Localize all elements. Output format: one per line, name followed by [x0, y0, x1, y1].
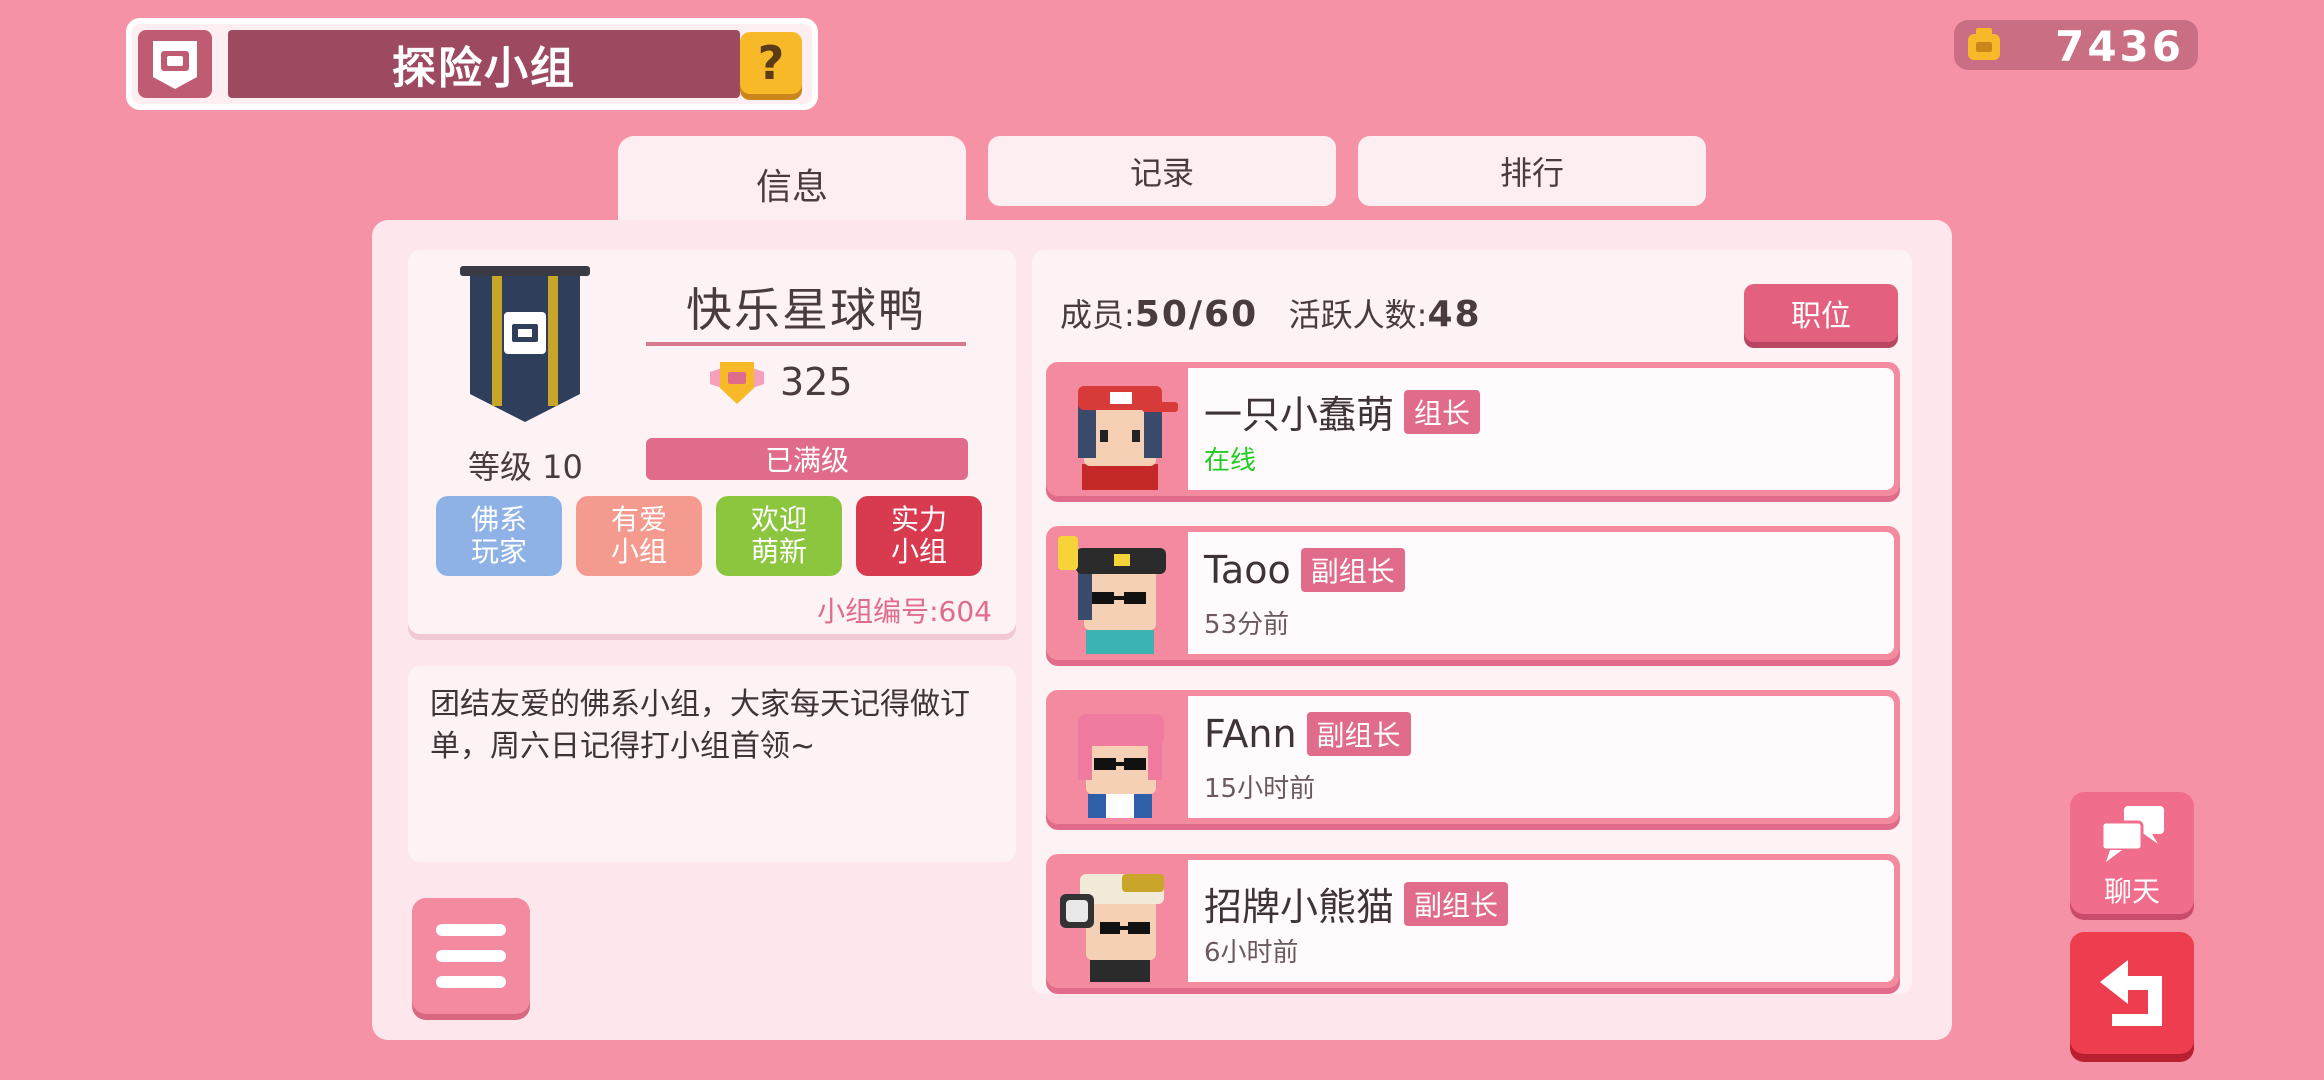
- tag-chill-player: 佛系玩家: [436, 496, 562, 576]
- currency-amount: 7436: [2055, 22, 2184, 71]
- member-status: 53分前: [1204, 610, 1290, 640]
- role-badge: 副组长: [1300, 548, 1405, 592]
- member-row[interactable]: FAnn 副组长 15小时前: [1046, 690, 1900, 824]
- avatar: [1052, 860, 1188, 982]
- member-row[interactable]: 招牌小熊猫 副组长 6小时前: [1046, 854, 1900, 988]
- tab-info[interactable]: 信息: [618, 136, 966, 232]
- group-score: 325: [708, 358, 853, 406]
- menu-icon: [436, 924, 506, 936]
- members-panel: 成员:50/60 活跃人数:48 职位 一只小蠢萌 组长 在线 Taoo 副组长…: [1032, 250, 1912, 994]
- group-description-card: 团结友爱的佛系小组，大家每天记得做订单，周六日记得打小组首领~: [408, 666, 1016, 862]
- currency-display: 7436: [1954, 20, 2198, 71]
- level-progress-bar: 已满级: [646, 438, 968, 480]
- group-title-frame: 探险小组 ?: [126, 18, 818, 110]
- member-name: 招牌小熊猫: [1204, 885, 1395, 929]
- member-status: 在线: [1204, 446, 1257, 476]
- main-panel: 快乐星球鸭 325 等级 10 已满级 佛系玩家 有爱小组 欢迎萌新 实力小组 …: [372, 220, 1952, 1040]
- active-count: 48: [1427, 294, 1482, 335]
- avatar: [1052, 696, 1188, 818]
- member-name: FAnn: [1204, 712, 1297, 756]
- group-description: 团结友爱的佛系小组，大家每天记得做订单，周六日记得打小组首领~: [430, 687, 970, 764]
- group-badge-icon: [138, 30, 212, 98]
- group-number: 小组编号:604: [817, 595, 992, 628]
- name-divider: [646, 342, 966, 346]
- member-count: 50/60: [1134, 294, 1259, 335]
- tab-ranking[interactable]: 排行: [1358, 136, 1706, 206]
- group-banner-icon: [460, 266, 590, 422]
- back-button[interactable]: [2070, 932, 2194, 1054]
- tab-records[interactable]: 记录: [988, 136, 1336, 206]
- role-button[interactable]: 职位: [1744, 284, 1898, 342]
- member-status: 6小时前: [1204, 938, 1299, 968]
- member-stats: 成员:50/60 活跃人数:48: [1060, 294, 1482, 335]
- back-arrow-icon: [2100, 960, 2162, 1026]
- chat-bubble-icon: [2100, 806, 2164, 862]
- menu-button[interactable]: [412, 898, 530, 1014]
- group-level: 等级 10: [468, 448, 583, 486]
- role-badge: 副组长: [1306, 712, 1411, 756]
- member-row[interactable]: 一只小蠢萌 组长 在线: [1046, 362, 1900, 496]
- member-name: 一只小蠢萌: [1204, 393, 1395, 437]
- tag-strong-group: 实力小组: [856, 496, 982, 576]
- member-name: Taoo: [1204, 548, 1291, 592]
- coin-icon: [1968, 28, 2000, 60]
- avatar: [1052, 368, 1188, 490]
- group-name: 快乐星球鸭: [686, 283, 926, 337]
- chat-button[interactable]: 聊天: [2070, 792, 2194, 914]
- help-button[interactable]: ?: [740, 32, 802, 94]
- role-badge: 组长: [1404, 389, 1481, 434]
- member-status: 15小时前: [1204, 774, 1316, 804]
- avatar: [1052, 532, 1188, 654]
- trophy-icon: [710, 362, 764, 404]
- chat-label: 聊天: [2103, 875, 2160, 908]
- role-badge: 副组长: [1404, 881, 1509, 926]
- page-title: 探险小组: [228, 30, 740, 98]
- member-row[interactable]: Taoo 副组长 53分前: [1046, 526, 1900, 660]
- tag-welcome-newbies: 欢迎萌新: [716, 496, 842, 576]
- tag-friendly-group: 有爱小组: [576, 496, 702, 576]
- group-info-card: 快乐星球鸭 325 等级 10 已满级 佛系玩家 有爱小组 欢迎萌新 实力小组 …: [408, 250, 1016, 634]
- group-score-value: 325: [780, 360, 853, 404]
